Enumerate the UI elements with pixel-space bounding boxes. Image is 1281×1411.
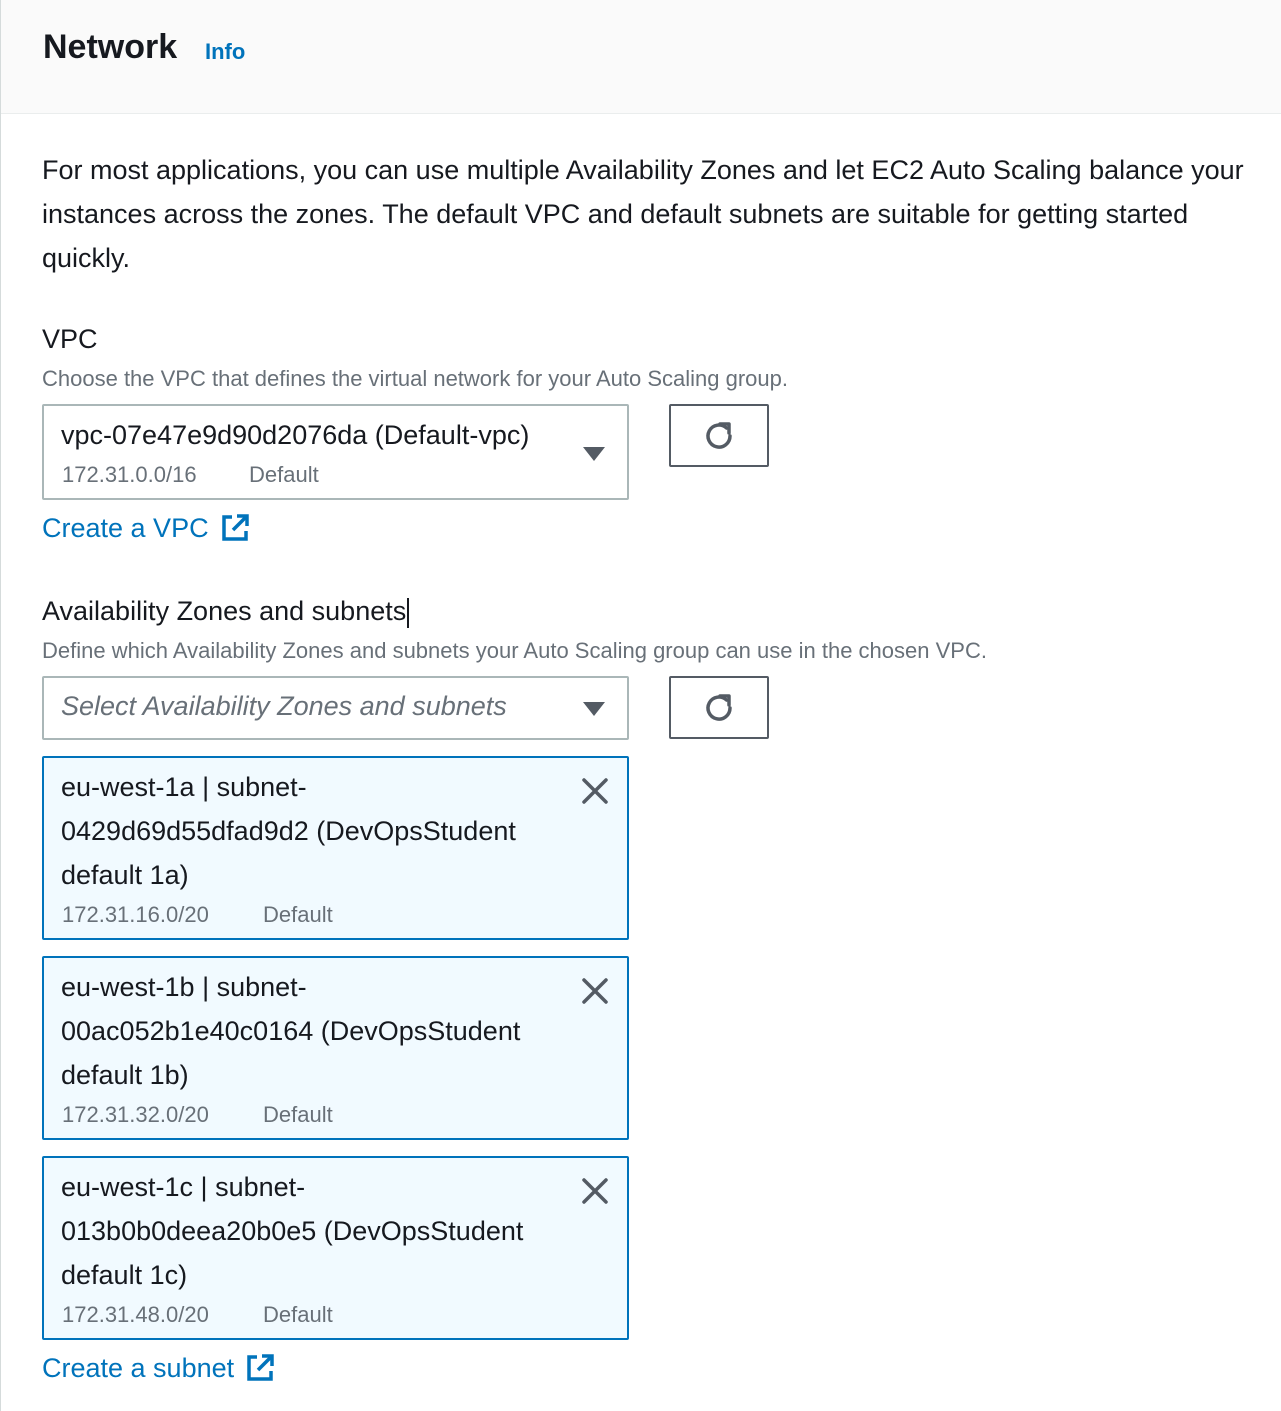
subnet-cidr: 172.31.32.0/20 <box>62 1102 209 1127</box>
network-panel: Network Info For most applications, you … <box>0 0 1281 1411</box>
subnet-token: eu-west-1c | subnet- 013b0b0deea20b0e5 (… <box>42 1156 629 1340</box>
subnet-cidr: 172.31.48.0/20 <box>62 1302 209 1327</box>
subnet-default-tag: Default <box>263 902 333 927</box>
vpc-label: VPC <box>42 324 98 354</box>
close-icon[interactable] <box>580 776 610 806</box>
panel-header: Network Info <box>1 0 1281 114</box>
subnets-label: Availability Zones and subnets <box>42 596 410 628</box>
subnet-cidr: 172.31.16.0/20 <box>62 902 209 927</box>
create-subnet-label: Create a subnet <box>42 1352 235 1383</box>
subnet-token: eu-west-1b | subnet- 00ac052b1e40c0164 (… <box>42 956 629 1140</box>
subnet-token-line: default 1a) <box>61 860 189 890</box>
section-description: For most applications, you can use multi… <box>42 155 1244 273</box>
subnets-refresh-button[interactable] <box>669 676 769 739</box>
external-link-icon <box>247 1354 274 1381</box>
subnets-description: Define which Availability Zones and subn… <box>42 638 987 663</box>
refresh-icon <box>706 421 732 449</box>
caret-down-icon <box>583 447 605 461</box>
subnet-default-tag: Default <box>263 1102 333 1127</box>
subnet-token-line: eu-west-1b | subnet- <box>61 972 307 1002</box>
subnet-token-line: 013b0b0deea20b0e5 (DevOpsStudent <box>61 1216 524 1246</box>
vpc-refresh-button[interactable] <box>669 404 769 467</box>
vpc-select[interactable]: vpc-07e47e9d90d2076da (Default-vpc) 172.… <box>42 404 629 500</box>
vpc-selected-value: vpc-07e47e9d90d2076da (Default-vpc) <box>61 420 530 450</box>
subnet-token-line: 0429d69d55dfad9d2 (DevOpsStudent <box>61 816 516 846</box>
vpc-description: Choose the VPC that defines the virtual … <box>42 366 788 391</box>
refresh-icon <box>706 693 732 721</box>
subnet-token-line: eu-west-1c | subnet- <box>61 1172 306 1202</box>
info-link[interactable]: Info <box>205 39 245 65</box>
subnets-placeholder: Select Availability Zones and subnets <box>61 691 507 721</box>
subnet-default-tag: Default <box>263 1302 333 1327</box>
create-vpc-label: Create a VPC <box>42 512 209 543</box>
subnet-token-line: default 1b) <box>61 1060 189 1090</box>
close-icon[interactable] <box>580 976 610 1006</box>
subnets-select[interactable]: Select Availability Zones and subnets <box>42 676 629 740</box>
vpc-default-tag: Default <box>249 462 319 487</box>
create-subnet-link[interactable]: Create a subnet <box>42 1352 276 1384</box>
subnet-token-line: default 1c) <box>61 1260 188 1290</box>
subnet-token: eu-west-1a | subnet- 0429d69d55dfad9d2 (… <box>42 756 629 940</box>
page-title: Network <box>43 28 178 66</box>
subnet-token-line: eu-west-1a | subnet- <box>61 772 307 802</box>
vpc-cidr: 172.31.0.0/16 <box>62 462 197 487</box>
caret-down-icon <box>583 702 605 716</box>
subnet-token-line: 00ac052b1e40c0164 (DevOpsStudent <box>61 1016 521 1046</box>
close-icon[interactable] <box>580 1176 610 1206</box>
create-vpc-link[interactable]: Create a VPC <box>42 512 251 544</box>
external-link-icon <box>221 514 249 541</box>
text-cursor <box>407 597 410 628</box>
